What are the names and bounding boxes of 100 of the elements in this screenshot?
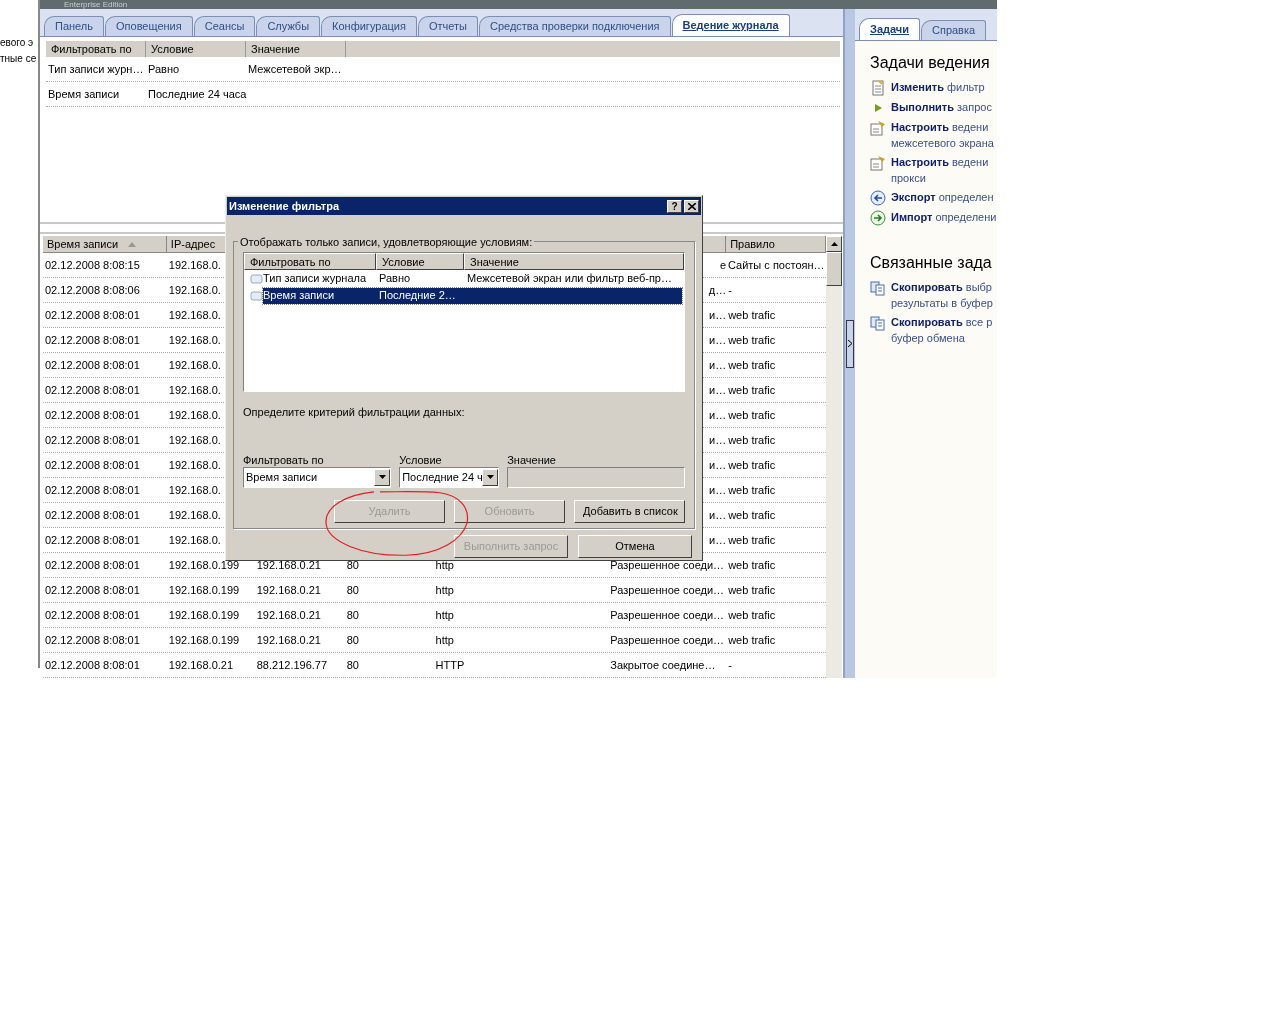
dropdown-caret-icon [378, 475, 386, 479]
table-cell-text: web trafic [728, 482, 776, 498]
dialog-button[interactable]: Добавить в список [574, 499, 685, 523]
column-header[interactable]: Условие [376, 253, 464, 270]
table-cell-text: 192.168.0. [168, 457, 221, 473]
table-cell-text: и… [709, 407, 727, 423]
background-window-text: евого э [0, 36, 35, 49]
dropdown-field[interactable]: Время записи [243, 466, 392, 488]
scroll-up-icon [830, 242, 838, 246]
column-header[interactable]: Значение [464, 253, 684, 270]
field-label: Значение [507, 452, 557, 467]
table-cell-text: 02.12.2008 8:08:01 [45, 582, 140, 598]
tab[interactable]: Ведение журнала [671, 14, 790, 36]
tab[interactable]: Сеансы [193, 16, 256, 36]
task-link[interactable]: Выполнить запрос [891, 99, 992, 115]
task-link[interactable]: результаты в буфер [891, 295, 993, 311]
table-cell-text: Разрешенное соеди… [610, 557, 725, 573]
table-cell-text: http [435, 607, 454, 623]
table-cell-text: 02.12.2008 8:08:01 [45, 532, 140, 548]
table-cell-text: web trafic [728, 632, 776, 648]
section-title: Связанные зада [870, 253, 993, 273]
document-icon [870, 80, 886, 96]
table-cell-text: 02.12.2008 8:08:15 [45, 257, 140, 273]
table-cell-text: 192.168.0. [168, 482, 221, 498]
close-button[interactable] [684, 199, 699, 213]
tab[interactable]: Справка [921, 20, 987, 40]
table-cell-text: Разрешенное соеди… [610, 607, 725, 623]
dropdown-field[interactable]: Последние 24 ч [399, 466, 500, 488]
column-header: Фильтровать по [46, 41, 146, 57]
collapse-handle[interactable] [846, 319, 854, 368]
list-cell: Время записи [263, 289, 335, 302]
criteria-label: Определите критерий фильтрации данных: [243, 405, 466, 420]
list-row[interactable]: Тип записи журнала Равно Межсетевой экран или фильтр веб-пр… [263, 270, 682, 287]
table-cell-text: 192.168.0. [168, 332, 221, 348]
help-button[interactable]: ? [667, 199, 682, 213]
table-cell-text: 192.168.0.21 [168, 657, 234, 673]
tab[interactable]: Средства проверки подключения [478, 16, 671, 36]
table-cell: Межсетевой экр… [248, 62, 342, 75]
table-cell-text: Разрешенное соеди… [610, 632, 725, 648]
table-cell-text: 02.12.2008 8:08:01 [45, 457, 140, 473]
tab[interactable]: Службы [256, 16, 321, 36]
table-cell-text: 192.168.0. [168, 357, 221, 373]
tab[interactable]: Задачи [859, 18, 920, 40]
tab[interactable]: Панель [44, 16, 104, 36]
table-cell-text: web trafic [728, 382, 776, 398]
task-link[interactable]: межсетевого экрана [891, 135, 994, 151]
table-cell-text: и… [709, 332, 727, 348]
column-header: Значение [246, 41, 346, 57]
table-cell-text: Разрешенное соеди… [610, 582, 725, 598]
tab[interactable]: Конфигурация [321, 16, 417, 36]
table-cell-text: web trafic [728, 357, 776, 373]
scroll-thumb[interactable] [826, 252, 842, 286]
column-header[interactable]: Правило [730, 235, 775, 253]
background-window-text: тные се [0, 52, 38, 65]
task-link[interactable]: буфер обмена [891, 330, 993, 346]
task-link[interactable]: Экспорт определен [891, 189, 994, 205]
table-cell: Время записи [48, 87, 120, 100]
table-cell-text: web trafic [728, 332, 776, 348]
table-cell-text: 192.168.0. [168, 257, 221, 273]
list-cell: Последние 2… [379, 289, 456, 302]
table-cell-text: 192.168.0. [168, 507, 221, 523]
task-link[interactable]: прокси [891, 170, 989, 186]
field-label: Условие [399, 452, 443, 467]
task-link[interactable]: Изменить фильтр [891, 79, 985, 95]
table-cell-text: 192.168.0.21 [256, 632, 321, 648]
column-header[interactable]: Время записи [47, 235, 119, 253]
table-cell-text: 192.168.0. [168, 382, 221, 398]
table-cell-text: web trafic [728, 407, 776, 423]
close-icon [687, 202, 696, 210]
table-cell: Тип записи журн… [48, 62, 144, 75]
tab[interactable]: Отчеты [417, 16, 478, 36]
table-cell-text: и… [709, 457, 727, 473]
task-link[interactable]: Скопировать выбр [891, 279, 993, 295]
column-header[interactable]: Фильтровать по [244, 253, 376, 270]
column-header[interactable]: IP-адрес [170, 235, 216, 253]
group-label: Отображать только записи, удовлетворяющие условиям: [238, 234, 535, 251]
list-row[interactable]: Время записи Последние 2… [263, 287, 682, 304]
table-cell-text: 192.168.0. [168, 532, 221, 548]
table-cell-text: 192.168.0.21 [256, 607, 321, 623]
table-cell-text: - [728, 282, 732, 298]
dropdown-caret-icon [486, 475, 494, 479]
copy-icon [870, 315, 886, 331]
table-cell-text: 02.12.2008 8:08:01 [45, 557, 140, 573]
task-link[interactable]: Настроить ведени [891, 154, 989, 170]
table-cell-text: http [435, 632, 454, 648]
dialog-button[interactable]: Отмена [578, 535, 692, 558]
table-cell-text: http [435, 557, 454, 573]
list-cell: Тип записи журнала [263, 272, 367, 285]
tab[interactable]: Оповещения [105, 16, 193, 36]
table-cell-text: и… [709, 432, 727, 448]
task-link[interactable]: Скопировать все р [891, 314, 993, 330]
table-cell-text: 02.12.2008 8:08:01 [45, 357, 140, 373]
table-cell-text: web trafic [728, 607, 776, 623]
table-cell-text: 02.12.2008 8:08:06 [45, 282, 140, 298]
task-link[interactable]: Настроить ведени [891, 119, 994, 135]
table-cell-text: http [435, 582, 454, 598]
left-arrow-circle-icon [870, 190, 886, 206]
table-cell-text: и… [709, 357, 727, 373]
table-cell-text: и… [709, 482, 727, 498]
task-link[interactable]: Импорт определени [891, 209, 997, 225]
